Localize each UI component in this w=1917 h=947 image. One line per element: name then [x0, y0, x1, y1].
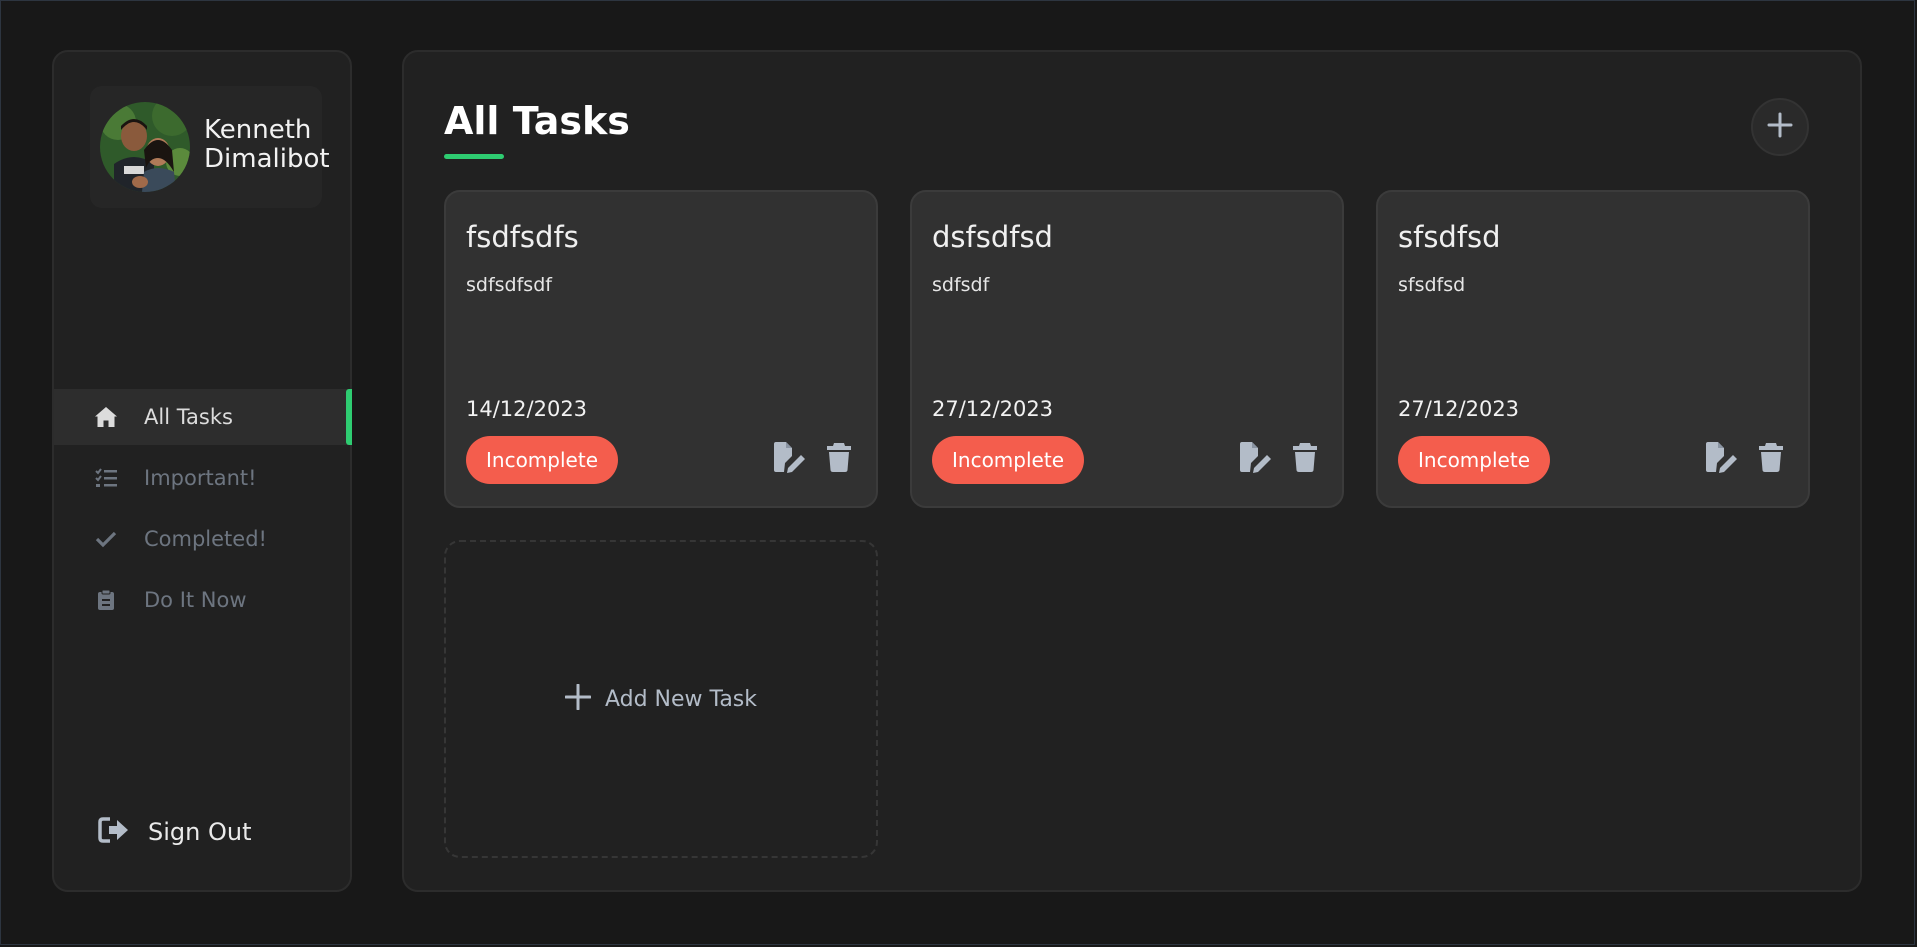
- edit-icon[interactable]: [772, 440, 806, 474]
- task-date: 14/12/2023: [466, 397, 588, 421]
- list-check-icon: [93, 465, 119, 491]
- task-title: dsfsdfsd: [932, 220, 1053, 254]
- clipboard-icon: [93, 587, 119, 613]
- status-button[interactable]: Incomplete: [932, 436, 1084, 484]
- title-underline: [444, 154, 504, 159]
- user-first-name: Kenneth: [204, 115, 312, 145]
- main-panel: All Tasks fsdfsdfs sdfsdfsdf 14/12/2023 …: [402, 50, 1862, 892]
- user-last-name: Dimalibot: [204, 144, 330, 174]
- sidebar-nav: All Tasks Important! Completed! Do It No…: [54, 389, 352, 633]
- sign-out-icon: [98, 816, 130, 848]
- home-icon: [93, 404, 119, 430]
- sidebar-item-all-tasks[interactable]: All Tasks: [54, 389, 352, 445]
- user-profile[interactable]: Kenneth Dimalibot: [90, 86, 330, 208]
- trash-icon[interactable]: [1754, 440, 1788, 474]
- add-task-button[interactable]: [1751, 98, 1809, 156]
- sidebar-item-important[interactable]: Important!: [54, 450, 352, 506]
- task-description: sfsdfsd: [1398, 274, 1466, 296]
- sidebar-item-label: Do It Now: [144, 588, 247, 612]
- add-new-task-label: Add New Task: [604, 686, 758, 712]
- task-description: sdfsdfsdf: [466, 274, 552, 296]
- task-card: dsfsdfsd sdfsdf 27/12/2023 Incomplete: [910, 190, 1344, 508]
- sidebar-item-label: Important!: [144, 466, 257, 490]
- sidebar-item-label: Completed!: [144, 527, 267, 551]
- task-title: sfsdfsd: [1398, 220, 1501, 254]
- plus-icon: [1767, 112, 1793, 142]
- task-card: sfsdfsd sfsdfsd 27/12/2023 Incomplete: [1376, 190, 1810, 508]
- task-card: fsdfsdfs sdfsdfsdf 14/12/2023 Incomplete: [444, 190, 878, 508]
- avatar: [100, 102, 190, 192]
- edit-icon[interactable]: [1704, 440, 1738, 474]
- sidebar-item-completed[interactable]: Completed!: [54, 511, 352, 567]
- plus-icon: [564, 683, 592, 714]
- trash-icon[interactable]: [1288, 440, 1322, 474]
- status-button[interactable]: Incomplete: [466, 436, 618, 484]
- sign-out-label: Sign Out: [148, 818, 252, 846]
- check-icon: [93, 526, 119, 552]
- sidebar: Kenneth Dimalibot All Tasks Important! C…: [52, 50, 352, 892]
- page-title: All Tasks: [444, 99, 630, 143]
- sign-out-button[interactable]: Sign Out: [98, 816, 252, 848]
- user-name: Kenneth Dimalibot: [204, 116, 344, 174]
- status-button[interactable]: Incomplete: [1398, 436, 1550, 484]
- task-description: sdfsdf: [932, 274, 990, 296]
- trash-icon[interactable]: [822, 440, 856, 474]
- task-date: 27/12/2023: [1398, 397, 1520, 421]
- edit-icon[interactable]: [1238, 440, 1272, 474]
- sidebar-item-label: All Tasks: [144, 405, 233, 429]
- task-title: fsdfsdfs: [466, 220, 579, 254]
- sidebar-item-do-it-now[interactable]: Do It Now: [54, 572, 352, 628]
- add-new-task-card[interactable]: Add New Task: [444, 540, 878, 858]
- task-date: 27/12/2023: [932, 397, 1054, 421]
